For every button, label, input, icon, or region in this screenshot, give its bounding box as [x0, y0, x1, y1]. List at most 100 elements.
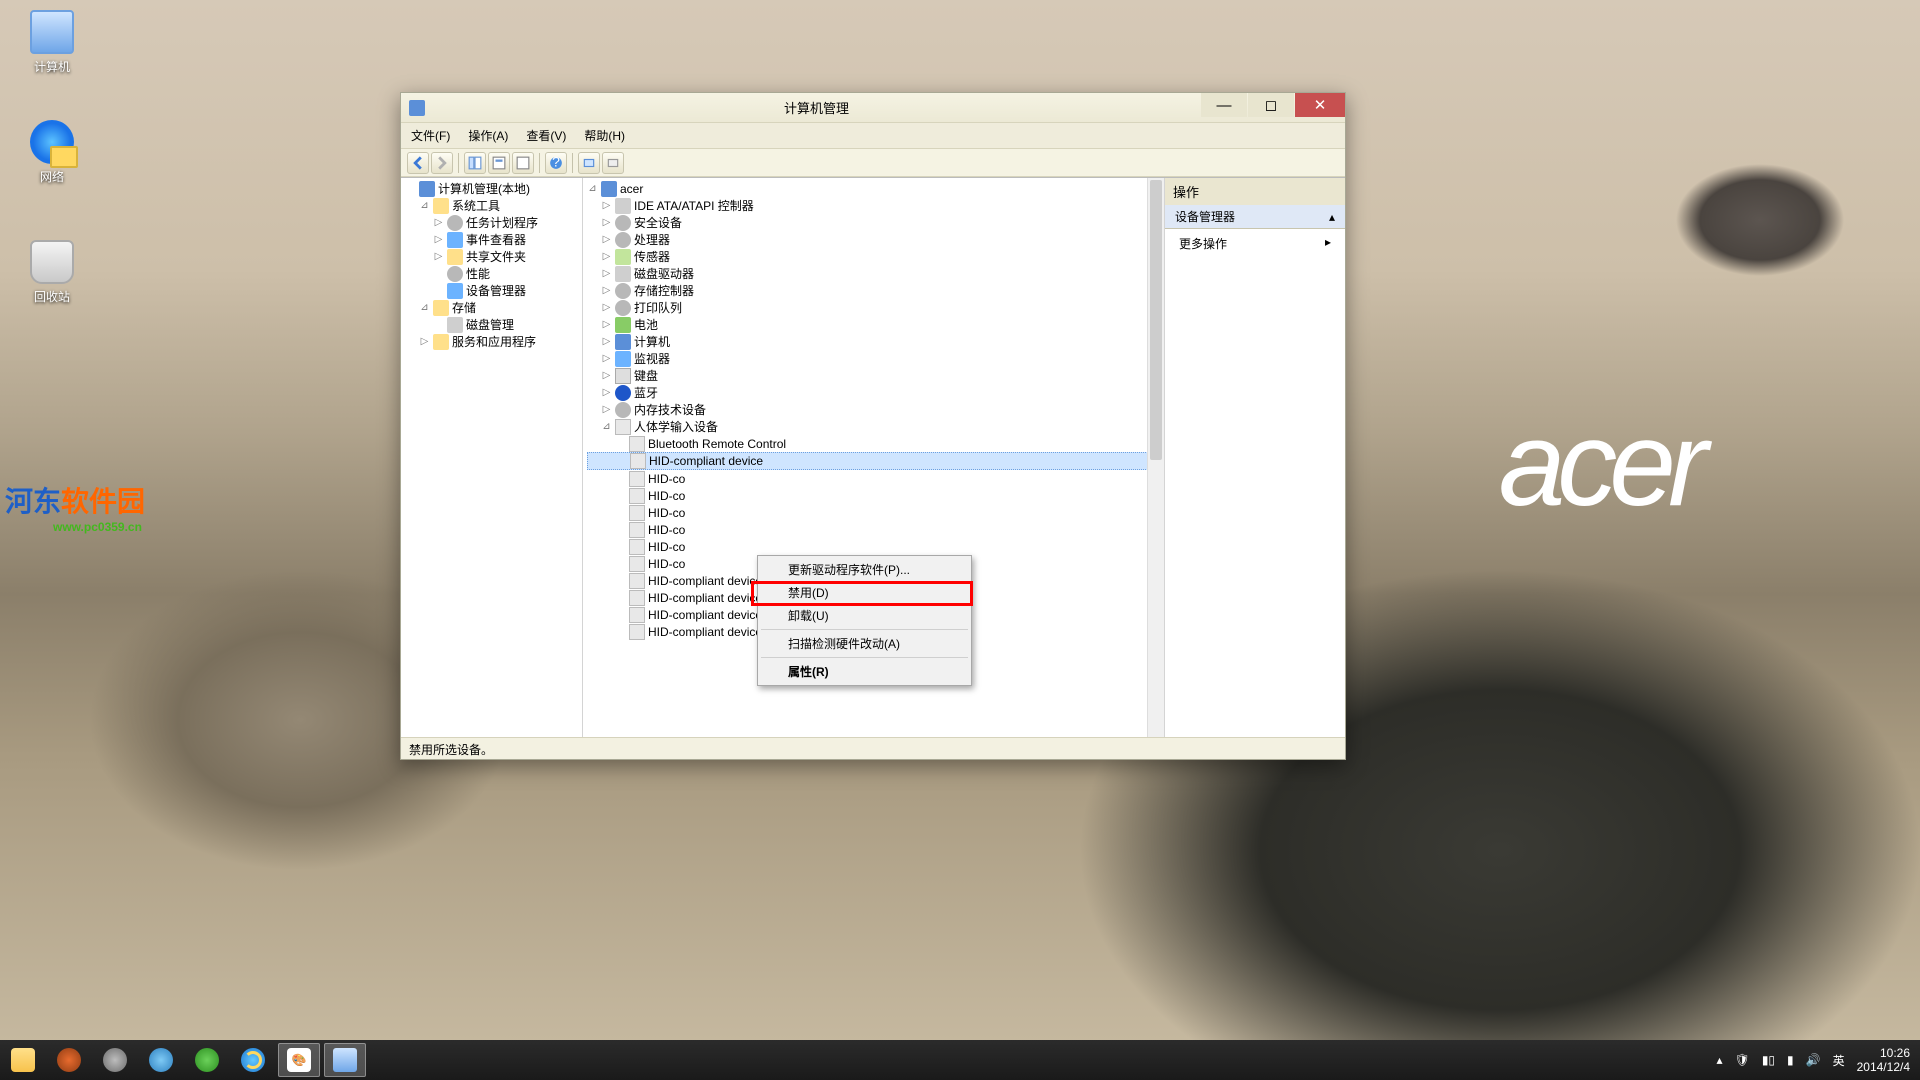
tree-twisty-icon[interactable]: ▷ — [601, 319, 612, 330]
tray-volume-icon[interactable]: 🔊 — [1806, 1053, 1821, 1067]
tree-node[interactable]: Bluetooth Remote Control — [587, 435, 1164, 452]
tree-node[interactable]: HID-co — [587, 521, 1164, 538]
tree-twisty-icon[interactable]: ▷ — [433, 217, 444, 228]
console-tree-pane[interactable]: 计算机管理(本地)⊿系统工具▷任务计划程序▷事件查看器▷共享文件夹性能设备管理器… — [401, 178, 583, 737]
taskbar[interactable]: 🎨 ▴ 🛡 ▮▯ ▮ 🔊 英 10:26 2014/12/4 — [0, 1040, 1920, 1080]
tree-node[interactable]: ▷服务和应用程序 — [405, 333, 582, 350]
desktop-icon-computer[interactable]: 计算机 — [10, 10, 94, 75]
help-button[interactable]: ? — [545, 152, 567, 174]
vertical-scrollbar[interactable] — [1147, 178, 1164, 737]
tree-twisty-icon[interactable]: ▷ — [419, 336, 430, 347]
tray-network-icon[interactable]: ▮▯ — [1762, 1053, 1775, 1067]
scrollbar-thumb[interactable] — [1150, 180, 1162, 460]
properties-button[interactable] — [488, 152, 510, 174]
context-menu-item[interactable]: 禁用(D) — [760, 581, 969, 604]
titlebar[interactable]: 计算机管理 — ◻ ✕ — [401, 93, 1345, 123]
tree-node[interactable]: ▷事件查看器 — [405, 231, 582, 248]
scan-hardware-button[interactable] — [578, 152, 600, 174]
tree-node[interactable]: 性能 — [405, 265, 582, 282]
nav-forward-button[interactable] — [431, 152, 453, 174]
tree-node[interactable]: ▷安全设备 — [587, 214, 1164, 231]
tree-twisty-icon[interactable]: ▷ — [601, 353, 612, 364]
tree-node[interactable]: ▷监视器 — [587, 350, 1164, 367]
tree-node[interactable]: ▷传感器 — [587, 248, 1164, 265]
tree-twisty-icon[interactable]: ▷ — [433, 234, 444, 245]
tray-battery-icon[interactable]: ▮ — [1787, 1053, 1794, 1067]
actions-more[interactable]: 更多操作 ▸ — [1165, 229, 1345, 258]
menu-file[interactable]: 文件(F) — [411, 127, 450, 144]
tree-node[interactable]: ▷键盘 — [587, 367, 1164, 384]
taskbar-ie[interactable] — [232, 1043, 274, 1077]
menu-help[interactable]: 帮助(H) — [584, 127, 625, 144]
taskbar-app-1[interactable] — [48, 1043, 90, 1077]
uninstall-button[interactable] — [602, 152, 624, 174]
show-hide-tree-button[interactable] — [464, 152, 486, 174]
tree-node[interactable]: ⊿存储 — [405, 299, 582, 316]
minimize-button[interactable]: — — [1201, 93, 1247, 117]
tree-twisty-icon[interactable]: ▷ — [601, 268, 612, 279]
tree-node[interactable]: HID-compliant device — [587, 452, 1164, 470]
close-button[interactable]: ✕ — [1295, 93, 1345, 117]
maximize-button[interactable]: ◻ — [1248, 93, 1294, 117]
tree-node[interactable]: ⊿系统工具 — [405, 197, 582, 214]
tree-node[interactable]: ▷计算机 — [587, 333, 1164, 350]
tree-twisty-icon[interactable]: ▷ — [601, 404, 612, 415]
tree-node[interactable]: HID-co — [587, 504, 1164, 521]
refresh-button[interactable] — [512, 152, 534, 174]
tree-twisty-icon[interactable]: ▷ — [601, 370, 612, 381]
tree-node[interactable]: HID-co — [587, 538, 1164, 555]
tree-twisty-icon[interactable]: ▷ — [601, 234, 612, 245]
tree-twisty-icon[interactable]: ▷ — [601, 251, 612, 262]
context-menu-item[interactable]: 扫描检测硬件改动(A) — [760, 632, 969, 655]
tree-twisty-icon[interactable]: ▷ — [601, 336, 612, 347]
menu-action[interactable]: 操作(A) — [468, 127, 508, 144]
tray-chevron-icon[interactable]: ▴ — [1717, 1053, 1723, 1067]
tree-twisty-icon[interactable]: ▷ — [601, 302, 612, 313]
tree-node[interactable]: ▷任务计划程序 — [405, 214, 582, 231]
actions-section[interactable]: 设备管理器 ▴ — [1165, 205, 1345, 229]
context-menu-item[interactable]: 卸载(U) — [760, 604, 969, 627]
tree-node[interactable]: ▷打印队列 — [587, 299, 1164, 316]
tree-node[interactable]: ▷IDE ATA/ATAPI 控制器 — [587, 197, 1164, 214]
tree-twisty-icon[interactable]: ▷ — [601, 217, 612, 228]
tree-twisty-icon[interactable]: ⊿ — [419, 200, 430, 211]
tray-ime[interactable]: 英 — [1833, 1052, 1845, 1069]
tree-node[interactable]: HID-co — [587, 487, 1164, 504]
tree-node[interactable]: ▷电池 — [587, 316, 1164, 333]
tree-node[interactable]: ⊿人体学输入设备 — [587, 418, 1164, 435]
tree-twisty-icon[interactable]: ⊿ — [419, 302, 430, 313]
tree-node[interactable]: ▷磁盘驱动器 — [587, 265, 1164, 282]
tree-node[interactable]: ▷处理器 — [587, 231, 1164, 248]
tree-node[interactable]: 设备管理器 — [405, 282, 582, 299]
tree-node[interactable]: ▷内存技术设备 — [587, 401, 1164, 418]
context-menu-item[interactable]: 属性(R) — [760, 660, 969, 683]
tray-clock[interactable]: 10:26 2014/12/4 — [1857, 1046, 1910, 1074]
taskbar-app-2[interactable] — [94, 1043, 136, 1077]
tree-twisty-icon[interactable]: ▷ — [601, 200, 612, 211]
tree-node[interactable]: 计算机管理(本地) — [405, 180, 582, 197]
tree-node[interactable]: ▷蓝牙 — [587, 384, 1164, 401]
nav-back-button[interactable] — [407, 152, 429, 174]
window-title: 计算机管理 — [433, 98, 1200, 117]
tree-node[interactable]: 磁盘管理 — [405, 316, 582, 333]
taskbar-explorer[interactable] — [2, 1043, 44, 1077]
tree-node[interactable]: ▷共享文件夹 — [405, 248, 582, 265]
system-tray[interactable]: ▴ 🛡 ▮▯ ▮ 🔊 英 10:26 2014/12/4 — [1707, 1046, 1920, 1074]
desktop-icon-network[interactable]: 网络 — [10, 120, 94, 185]
tree-node[interactable]: HID-co — [587, 470, 1164, 487]
tree-twisty-icon[interactable]: ▷ — [601, 285, 612, 296]
tree-node[interactable]: ⊿acer — [587, 180, 1164, 197]
tree-twisty-icon[interactable]: ⊿ — [587, 183, 598, 194]
taskbar-mmc[interactable] — [324, 1043, 366, 1077]
tree-twisty-icon[interactable]: ⊿ — [601, 421, 612, 432]
taskbar-app-3[interactable] — [140, 1043, 182, 1077]
taskbar-paint[interactable]: 🎨 — [278, 1043, 320, 1077]
tree-twisty-icon[interactable]: ▷ — [601, 387, 612, 398]
taskbar-app-4[interactable] — [186, 1043, 228, 1077]
desktop-icon-recycle[interactable]: 回收站 — [10, 240, 94, 305]
tray-shield-icon[interactable]: 🛡 — [1735, 1053, 1750, 1067]
menu-view[interactable]: 查看(V) — [526, 127, 566, 144]
tree-node[interactable]: ▷存储控制器 — [587, 282, 1164, 299]
tree-twisty-icon[interactable]: ▷ — [433, 251, 444, 262]
context-menu-item[interactable]: 更新驱动程序软件(P)... — [760, 558, 969, 581]
